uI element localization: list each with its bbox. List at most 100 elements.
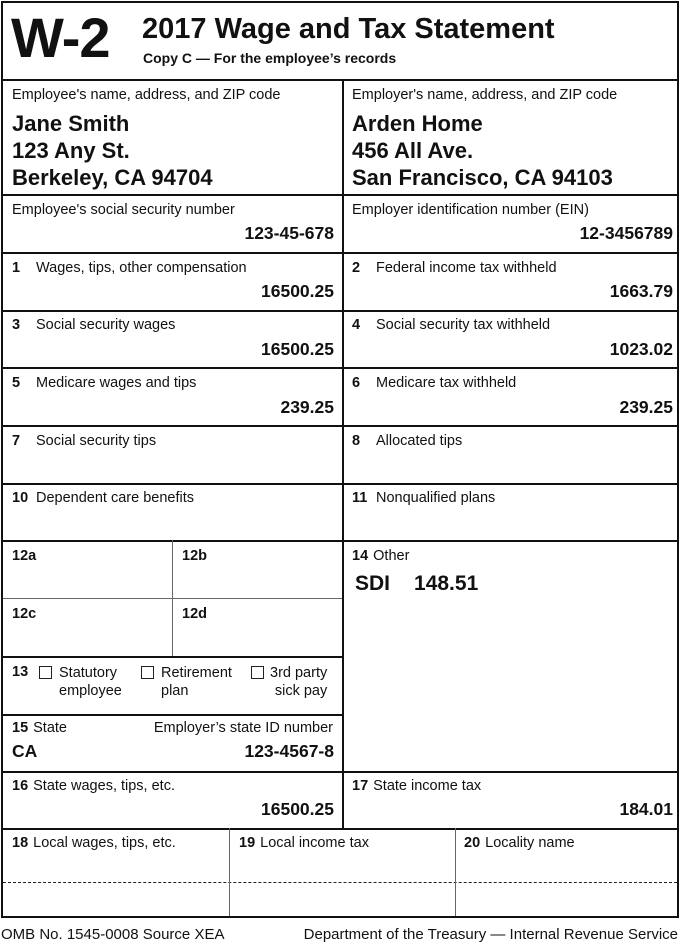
employer-address1: 456 All Ave. [352, 138, 474, 163]
box14-entry: SDI 148.51 [355, 572, 478, 596]
employee-name: Jane Smith [12, 111, 130, 136]
box1-label: 1 Wages, tips, other compensation [12, 260, 247, 276]
divider [3, 252, 677, 254]
box12c-label: 12c [12, 606, 41, 622]
divider [3, 367, 677, 369]
statutory-line1: Statutory [59, 665, 118, 681]
statutory-line2: employee [59, 683, 122, 699]
box18-text: Local wages, tips, etc. [33, 835, 176, 851]
box2-label: 2 Federal income tax withheld [352, 260, 557, 276]
box12c-number: 12c [12, 606, 37, 622]
box20-text: Locality name [485, 835, 575, 851]
employer-label: Employer's name, address, and ZIP code [352, 87, 618, 103]
box14-value: 148.51 [414, 572, 479, 595]
box3-label: 3 Social security wages [12, 317, 175, 333]
sick-line1: 3rd party [270, 665, 328, 681]
box16-value: 16500.25 [261, 799, 334, 819]
divider [3, 483, 677, 485]
retirement-plan-checkbox[interactable] [141, 666, 154, 679]
divider [342, 79, 344, 828]
box18-label: 18 Local wages, tips, etc. [12, 835, 176, 851]
retirement-plan-label: Retirement plan [161, 664, 232, 700]
ssn-value: 123-45-678 [244, 223, 334, 243]
box8-label: 8 Allocated tips [352, 433, 462, 449]
box12a-label: 12a [12, 548, 41, 564]
box5-label: 5 Medicare wages and tips [12, 375, 196, 391]
divider [3, 656, 342, 658]
employer-name: Arden Home [352, 111, 483, 136]
employer-box: Employer's name, address, and ZIP code A… [352, 87, 617, 191]
box7-number: 7 [12, 433, 21, 449]
employer-address2: San Francisco, CA 94103 [352, 165, 613, 190]
box14-text: Other [373, 548, 410, 564]
box13-number-text: 13 [12, 664, 29, 680]
box1-value: 16500.25 [261, 281, 334, 301]
box17-value: 184.01 [619, 799, 673, 819]
box7-label: 7 Social security tips [12, 433, 156, 449]
dotted-divider [3, 882, 677, 883]
state-id-value: 123-4567-8 [244, 741, 334, 761]
box14-code: SDI [355, 572, 391, 595]
box17-label: 17 State income tax [352, 778, 481, 794]
box15-number: 15 [12, 720, 29, 736]
third-party-sick-pay-label: 3rd party sick pay [270, 664, 327, 700]
box2-text: Federal income tax withheld [376, 260, 557, 276]
box4-label: 4 Social security tax withheld [352, 317, 550, 333]
divider [3, 828, 677, 830]
state-value: CA [12, 741, 38, 761]
statutory-employee-checkbox[interactable] [39, 666, 52, 679]
box8-text: Allocated tips [376, 433, 463, 449]
divider [3, 310, 677, 312]
box12a-number: 12a [12, 548, 37, 564]
box4-number: 4 [352, 317, 361, 333]
box1-text: Wages, tips, other compensation [36, 260, 247, 276]
box17-text: State income tax [373, 778, 482, 794]
state-id-label: Employer’s state ID number [153, 720, 333, 736]
w2-form: W-2 2017 Wage and Tax Statement Copy C —… [1, 1, 679, 918]
box12d-number: 12d [182, 606, 207, 622]
box5-number: 5 [12, 375, 21, 391]
box10-number: 10 [12, 490, 29, 506]
third-party-sick-pay-checkbox[interactable] [251, 666, 264, 679]
box3-text: Social security wages [36, 317, 176, 333]
box20-number: 20 [464, 835, 481, 851]
divider [172, 540, 173, 656]
divider [3, 79, 677, 81]
box15-text: State [33, 720, 67, 736]
box16-number: 16 [12, 778, 29, 794]
box6-label: 6 Medicare tax withheld [352, 375, 516, 391]
box8-number: 8 [352, 433, 361, 449]
divider [3, 194, 677, 196]
box19-text: Local income tax [260, 835, 369, 851]
divider [455, 828, 456, 916]
statutory-employee-label: Statutory employee [59, 664, 122, 700]
retirement-line2: plan [161, 683, 189, 699]
box7-text: Social security tips [36, 433, 157, 449]
box16-text: State wages, tips, etc. [33, 778, 175, 794]
divider [229, 828, 230, 916]
box12d-label: 12d [182, 606, 212, 622]
divider [3, 425, 677, 427]
employee-address1: 123 Any St. [12, 138, 130, 163]
divider [3, 771, 677, 773]
box10-label: 10 Dependent care benefits [12, 490, 194, 506]
box4-text: Social security tax withheld [376, 317, 551, 333]
box17-number: 17 [352, 778, 369, 794]
box11-number: 11 [352, 490, 368, 506]
agency-name: Department of the Treasury — Internal Re… [303, 926, 678, 943]
box18-number: 18 [12, 835, 29, 851]
omb-number: OMB No. 1545-0008 Source XEA [1, 926, 225, 943]
box19-number: 19 [239, 835, 256, 851]
form-title: 2017 Wage and Tax Statement [142, 13, 555, 45]
ssn-label: Employee's social security number [12, 202, 235, 218]
box12b-label: 12b [182, 548, 212, 564]
box14-label: 14 Other [352, 548, 409, 564]
box6-number: 6 [352, 375, 361, 391]
box3-number: 3 [12, 317, 21, 333]
box16-label: 16 State wages, tips, etc. [12, 778, 175, 794]
box11-text: Nonqualified plans [376, 490, 496, 506]
employee-address2: Berkeley, CA 94704 [12, 165, 213, 190]
box6-value: 239.25 [619, 397, 673, 417]
divider [3, 714, 342, 716]
employee-label: Employee's name, address, and ZIP code [12, 87, 281, 103]
